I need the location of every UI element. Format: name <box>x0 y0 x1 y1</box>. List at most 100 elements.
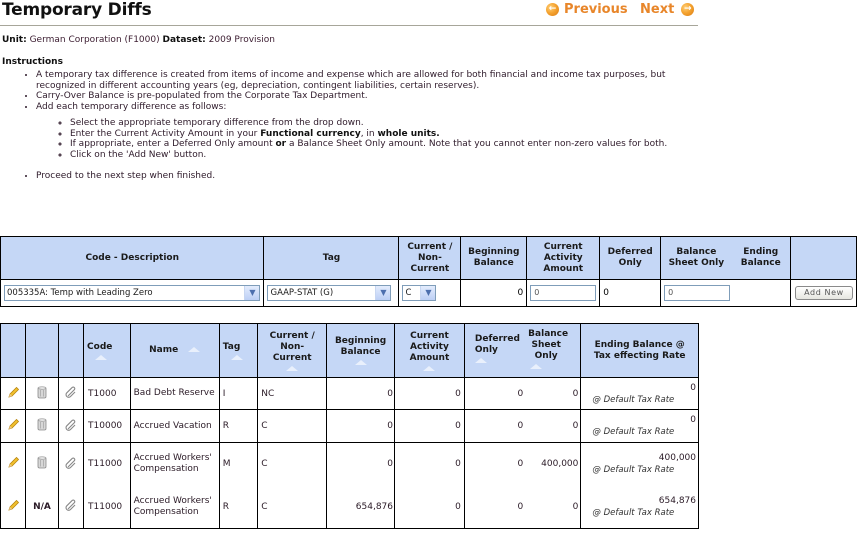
cell-ending-balance: 0 @ Default Tax Rate <box>580 409 699 443</box>
attach-button[interactable] <box>57 377 85 410</box>
add-new-button[interactable]: Add New <box>794 286 853 300</box>
header-deferred-only: Deferred Only <box>599 236 662 280</box>
title-divider <box>0 25 698 26</box>
chevron-down-icon[interactable]: ▼ <box>420 286 436 300</box>
unit-dataset-line: Unit: German Corporation (F1000) Dataset… <box>2 35 275 45</box>
tag-select[interactable]: GAAP-STAT (G) ▼ <box>267 285 392 301</box>
paperclip-icon <box>65 457 77 472</box>
header-ending-balance[interactable]: Ending Balance @ Tax effecting Rate <box>580 323 699 378</box>
unit-value: German Corporation (F1000) <box>29 35 160 45</box>
table-row: T1000 Bad Debt Reserve I NC 0 0 0 0 0 @ Default T… <box>0 377 699 410</box>
unit-label: Unit: <box>2 35 27 45</box>
arrow-right-circle-icon: → <box>681 3 695 16</box>
instructions-list: A temporary tax difference is created fr… <box>0 70 700 182</box>
sort-icon[interactable] <box>530 363 543 369</box>
cell-current: C <box>257 485 328 529</box>
instruction-text: Enter the Current Activity Amount in you… <box>70 128 261 139</box>
header-tag[interactable]: Tag <box>218 323 259 378</box>
instruction-text: If appropriate, enter a Deferred Only am… <box>70 139 276 149</box>
edit-button[interactable] <box>0 485 27 529</box>
sort-icon[interactable] <box>286 365 299 371</box>
chevron-down-icon[interactable]: ▼ <box>244 286 260 300</box>
header-delete <box>25 323 59 378</box>
current-activity-input[interactable]: 0 <box>530 285 597 301</box>
edit-button[interactable] <box>0 409 27 443</box>
header-balance-sheet-only: Balance Sheet Only <box>668 247 725 268</box>
paperclip-icon <box>65 419 77 434</box>
sort-icon[interactable] <box>423 365 436 371</box>
ending-balance-value: 0 <box>690 382 696 393</box>
header-name[interactable]: Name <box>129 323 220 378</box>
cell-name: Accrued Workers' Compensation <box>129 442 220 486</box>
attach-button[interactable] <box>57 409 85 443</box>
edit-button[interactable] <box>0 377 27 410</box>
beginning-balance-value: 0 <box>460 279 528 307</box>
instruction-text: Add each temporary difference as follows… <box>36 101 227 112</box>
attach-button[interactable] <box>57 442 85 486</box>
cell-tag: M <box>218 442 259 486</box>
code-description-value: 005335A: Temp with Leading Zero <box>7 288 153 298</box>
previous-button[interactable]: ← Previous <box>546 2 628 17</box>
sort-icon[interactable] <box>188 347 201 352</box>
header-bs-label: Balance Sheet Only <box>528 328 569 361</box>
cell-beginning-balance: 0 <box>326 377 395 410</box>
next-label: Next <box>640 2 675 17</box>
ending-balance-value: 654,876 <box>658 495 696 506</box>
header-balance-sheet-only[interactable]: Balance Sheet Only <box>525 323 582 378</box>
instruction-text: a Balance Sheet Only amount. Note that y… <box>286 139 668 149</box>
cell-balance-sheet-only: 0 <box>525 485 582 529</box>
previous-label: Previous <box>564 2 628 17</box>
delete-button[interactable] <box>25 377 59 410</box>
balance-sheet-only-input[interactable]: 0 <box>664 285 731 301</box>
cell-tag: R <box>218 409 259 443</box>
cell-tag: I <box>218 377 259 410</box>
instruction-emphasis: or <box>275 139 287 149</box>
ending-balance-value: 400,000 <box>658 453 696 464</box>
header-beginning-balance[interactable]: Beginning Balance <box>326 323 395 378</box>
attach-button[interactable] <box>57 485 85 529</box>
table-header-row: Code Name Tag Current / Non-Current Begi… <box>0 323 699 378</box>
header-current-activity[interactable]: Current Activity Amount <box>394 323 465 378</box>
header-code[interactable]: Code <box>83 323 131 378</box>
header-deferred-label: Deferred Only <box>474 334 520 355</box>
table-row: T11000 Accrued Workers' Compensation M C 0 0 0… <box>0 442 699 486</box>
cell-deferred-only: 0 <box>463 377 526 410</box>
instruction-emphasis: whole units. <box>377 128 440 139</box>
sort-icon[interactable] <box>95 354 108 360</box>
cell-beginning-balance: 0 <box>326 442 395 486</box>
delete-button[interactable] <box>25 442 59 486</box>
sort-icon[interactable] <box>230 354 243 360</box>
tax-rate-label: @ Default Tax Rate <box>592 394 675 405</box>
header-code-label: Code <box>87 341 113 352</box>
instruction-subitem: Enter the Current Activity Amount in you… <box>70 129 700 140</box>
tax-rate-label: @ Default Tax Rate <box>592 465 675 476</box>
tag-value: GAAP-STAT (G) <box>270 288 334 298</box>
current-noncurrent-select[interactable]: C ▼ <box>402 285 437 301</box>
header-deferred-only[interactable]: Deferred Only <box>463 323 526 378</box>
chevron-down-icon[interactable]: ▼ <box>375 286 391 300</box>
header-bs-ending: Balance Sheet Only Ending Balance <box>660 236 791 280</box>
paperclip-icon <box>65 386 77 401</box>
header-current-noncurrent[interactable]: Current / Non-Current <box>257 323 328 378</box>
header-actions <box>789 236 858 280</box>
next-button[interactable]: Next → <box>640 2 695 17</box>
pencil-icon <box>7 418 20 434</box>
header-current-noncurrent: Current / Non-Current <box>398 236 462 280</box>
edit-button[interactable] <box>0 442 27 486</box>
table-row: T10000 Accrued Vacation R C 0 0 0 0 0 @ Default T… <box>0 409 699 443</box>
sort-icon[interactable] <box>354 360 367 365</box>
code-description-select[interactable]: 005335A: Temp with Leading Zero ▼ <box>4 285 261 301</box>
instruction-item: Add each temporary difference as follows… <box>36 102 700 161</box>
header-code-description: Code - Description <box>0 236 265 280</box>
dataset-value: 2009 Provision <box>208 35 275 45</box>
header-name-label: Name <box>149 345 179 355</box>
ending-balance-value: 0 <box>690 415 696 425</box>
cell-deferred-only: 0 <box>463 409 526 443</box>
cell-code: T11000 <box>83 442 131 486</box>
cell-current-activity: 0 <box>394 442 465 486</box>
header-ending-label: Ending Balance @ Tax effecting Rate <box>593 339 686 361</box>
delete-button[interactable] <box>25 409 59 443</box>
sort-icon[interactable] <box>474 358 487 363</box>
page-title: Temporary Diffs <box>2 0 152 20</box>
cell-current: NC <box>257 377 328 410</box>
